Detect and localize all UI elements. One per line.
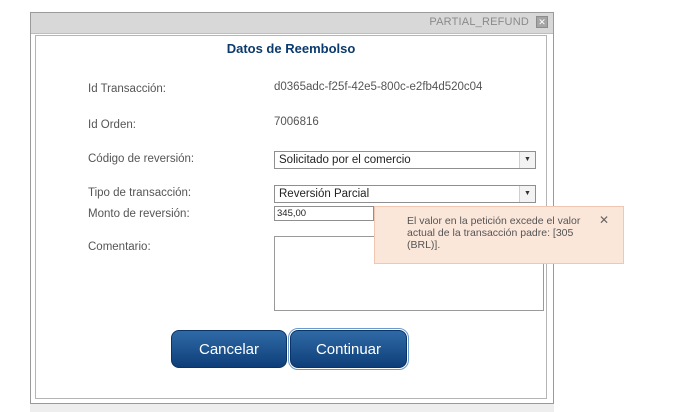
close-icon[interactable]: ✕ — [536, 16, 548, 28]
dialog-titlebar[interactable]: PARTIAL_REFUND ✕ — [31, 13, 553, 34]
transaction-type-selected: Reversión Parcial — [279, 188, 370, 200]
form-heading: Datos de Reembolso — [226, 41, 356, 56]
transaction-type-select[interactable]: Reversión Parcial ▼ — [274, 185, 536, 203]
transaction-type-label: Tipo de transacción: — [88, 187, 192, 199]
comment-label: Comentario: — [88, 241, 151, 253]
close-icon[interactable]: ✕ — [599, 214, 609, 226]
reversal-amount-label: Monto de reversión: — [88, 208, 190, 220]
reversal-amount-input[interactable]: 345,00 — [274, 206, 374, 221]
reversal-code-selected: Solicitado por el comercio — [279, 154, 411, 166]
order-id-value: 7006816 — [274, 116, 319, 128]
error-message: El valor en la petición excede el valor … — [407, 215, 581, 251]
dialog-title: PARTIAL_REFUND — [429, 16, 529, 28]
reversal-code-label: Código de reversión: — [88, 153, 195, 165]
continue-button[interactable]: Continuar — [288, 328, 409, 370]
background-strip — [30, 404, 554, 412]
transaction-id-value: d0365adc-f25f-42e5-800c-e2fb4d520c04 — [274, 81, 483, 93]
chevron-down-icon[interactable]: ▼ — [519, 152, 535, 168]
validation-error-tooltip: El valor en la petición excede el valor … — [374, 206, 624, 264]
chevron-down-icon[interactable]: ▼ — [519, 186, 535, 202]
order-id-label: Id Orden: — [88, 119, 136, 131]
cancel-button[interactable]: Cancelar — [171, 330, 287, 368]
transaction-id-label: Id Transacción: — [88, 83, 166, 95]
reversal-code-select[interactable]: Solicitado por el comercio ▼ — [274, 151, 536, 169]
